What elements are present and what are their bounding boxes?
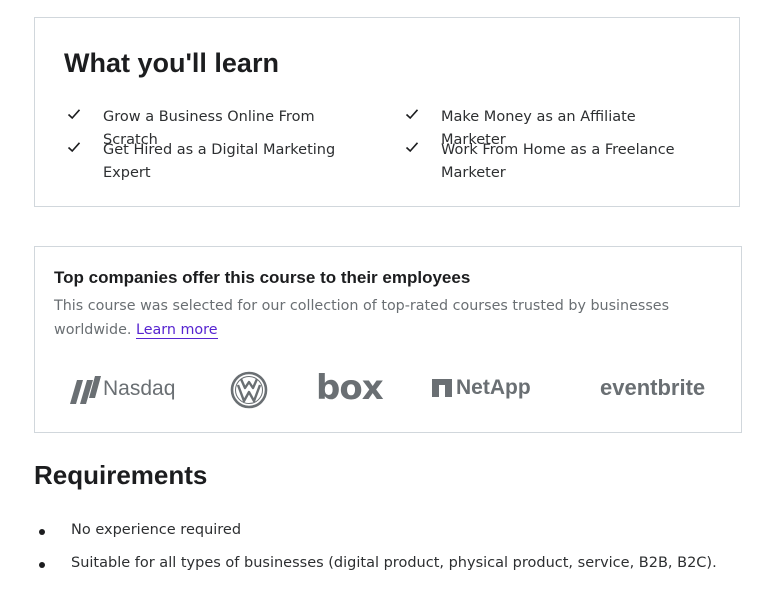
companies-title: Top companies offer this course to their… xyxy=(54,268,471,287)
learn-more-link[interactable]: Learn more xyxy=(136,322,218,339)
requirement-text: Suitable for all types of businesses (di… xyxy=(71,555,717,571)
box-logo: box xyxy=(316,368,384,408)
learn-item-text: Work From Home as a Freelance Marketer xyxy=(441,142,675,181)
requirement-item: No experience required xyxy=(34,522,241,538)
nasdaq-logo-text: Nasdaq xyxy=(103,377,176,400)
eventbrite-logo: eventbrite xyxy=(600,375,706,400)
companies-description: This course was selected for our collect… xyxy=(54,294,704,342)
netapp-mark-icon xyxy=(432,379,452,397)
learn-item: Work From Home as a Freelance Marketer xyxy=(405,139,705,185)
check-icon xyxy=(405,109,419,120)
netapp-logo-text: NetApp xyxy=(456,376,531,399)
top-companies-section: Top companies offer this course to their… xyxy=(34,246,742,433)
check-icon xyxy=(67,109,81,120)
bullet-icon xyxy=(39,529,45,535)
nasdaq-mark-icon xyxy=(70,376,101,404)
check-icon xyxy=(67,142,81,153)
bullet-icon xyxy=(39,562,45,568)
section-title: What you'll learn xyxy=(64,48,279,78)
check-icon xyxy=(405,142,419,153)
volkswagen-logo xyxy=(230,371,268,409)
what-youll-learn-section: What you'll learn Grow a Business Online… xyxy=(34,17,740,207)
requirement-item: Suitable for all types of businesses (di… xyxy=(34,555,717,571)
learn-item: Get Hired as a Digital Marketing Expert xyxy=(67,139,367,185)
requirement-text: No experience required xyxy=(71,522,242,538)
learn-item-text: Get Hired as a Digital Marketing Expert xyxy=(103,142,336,181)
requirements-title: Requirements xyxy=(34,460,208,490)
